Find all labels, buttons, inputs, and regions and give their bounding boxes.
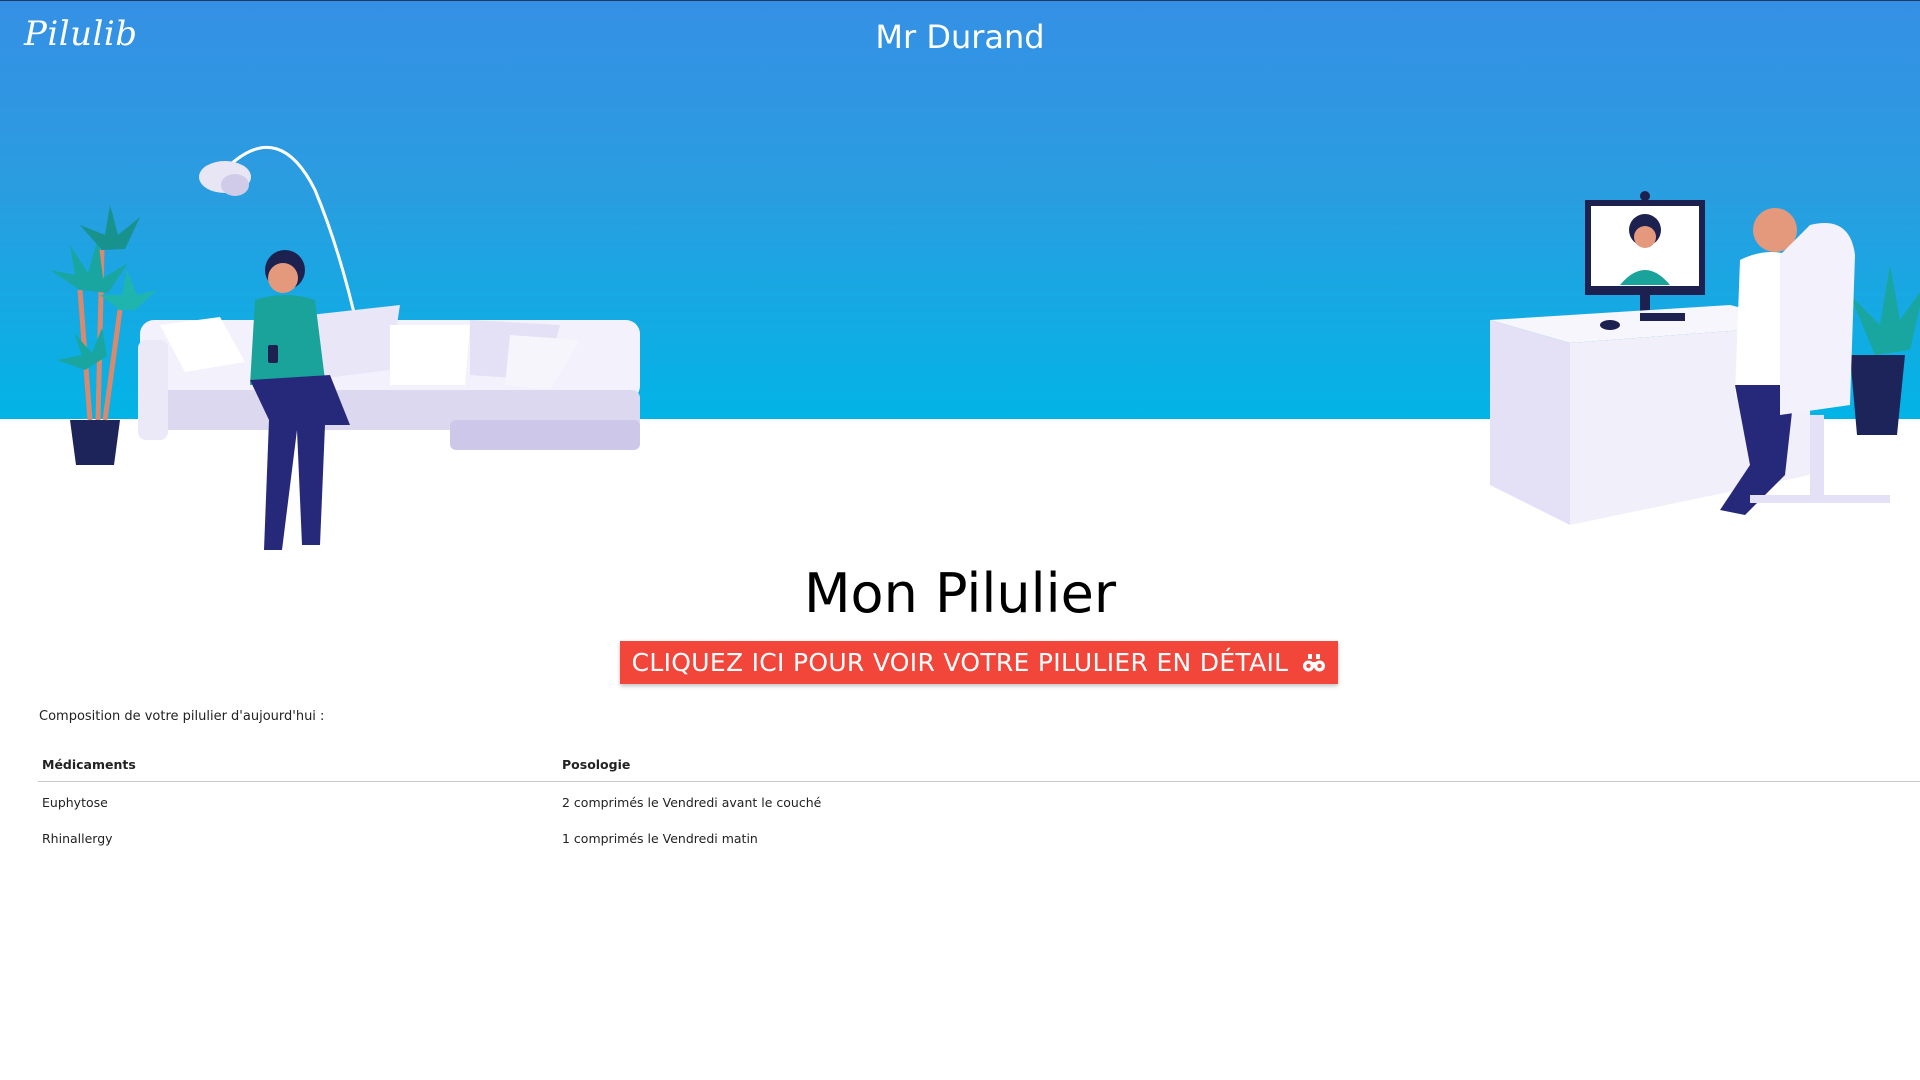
doctor-consultation-illustration bbox=[1490, 191, 1920, 525]
intro-text: Composition de votre pilulier d'aujourd'… bbox=[39, 709, 325, 724]
posologie-cell: 1 comprimés le Vendredi matin bbox=[562, 831, 758, 846]
view-pill-organizer-button[interactable]: CLIQUEZ ICI POUR VOIR VOTRE PILULIER EN … bbox=[620, 641, 1338, 684]
column-header-posologie: Posologie bbox=[558, 746, 1920, 782]
table-row: Rhinallergy 1 comprimés le Vendredi mati… bbox=[38, 818, 1920, 854]
detail-button-label: CLIQUEZ ICI POUR VOIR VOTRE PILULIER EN … bbox=[631, 648, 1289, 677]
medicament-cell: Rhinallergy bbox=[42, 831, 113, 846]
medicament-cell: Euphytose bbox=[42, 795, 108, 810]
column-header-medicaments: Médicaments bbox=[38, 746, 558, 782]
woman-figure bbox=[250, 250, 350, 550]
medication-table: Médicaments Posologie Euphytose 2 compri… bbox=[38, 746, 1920, 854]
sofa-icon bbox=[138, 305, 640, 450]
table-header-row: Médicaments Posologie bbox=[38, 746, 1920, 782]
page-title: Mon Pilulier bbox=[803, 562, 1117, 625]
woman-on-sofa-illustration bbox=[50, 145, 640, 550]
monitor-icon bbox=[1585, 191, 1705, 315]
binoculars-icon bbox=[1302, 653, 1326, 673]
posologie-cell: 2 comprimés le Vendredi avant le couché bbox=[562, 795, 822, 810]
plant-icon bbox=[1850, 265, 1920, 435]
user-name-title: Mr Durand bbox=[875, 18, 1045, 56]
table-row: Euphytose 2 comprimés le Vendredi avant … bbox=[38, 782, 1920, 819]
